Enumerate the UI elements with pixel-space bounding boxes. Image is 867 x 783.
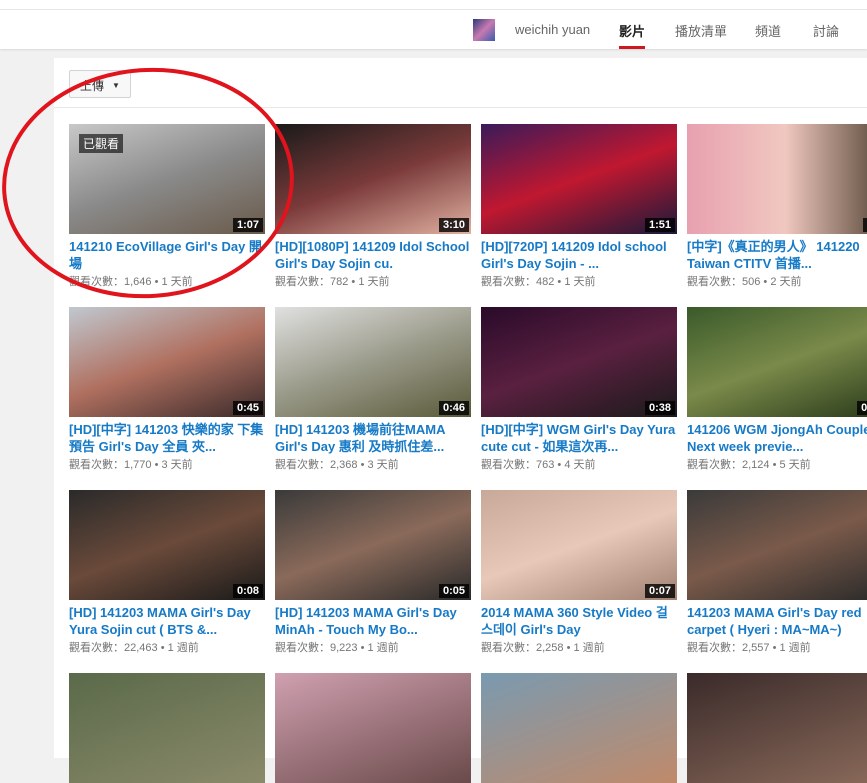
video-item[interactable]: 0:08 [HD] 141203 MAMA Girl's Day Yura Soj…: [69, 490, 265, 655]
tab-videos[interactable]: 影片: [619, 21, 646, 49]
tab-discussion[interactable]: 討論: [813, 21, 839, 40]
video-title-link[interactable]: 141203 MAMA Girl's Day red carpet ( Hyer…: [687, 604, 867, 638]
video-title-link[interactable]: [中字]《真正的男人》 141220 Taiwan CTITV 首播...: [687, 238, 867, 272]
video-title-link[interactable]: [HD] 141203 機場前往MAMA Girl's Day 惠利 及時抓住差…: [275, 421, 471, 455]
video-title-link[interactable]: [HD] 141203 MAMA Girl's Day MinAh - Touc…: [275, 604, 471, 638]
video-meta: 觀看次數：9,223 • 1 週前: [275, 642, 399, 654]
duration-badge: 0:08: [232, 584, 263, 598]
sort-dropdown[interactable]: 上傳 ▼: [69, 70, 131, 98]
video-title-link[interactable]: [HD][中字] WGM Girl's Day Yura cute cut - …: [481, 421, 677, 455]
video-title-link[interactable]: [HD][720P] 141209 Idol school Girl's Day…: [481, 238, 677, 272]
video-meta: 觀看次數：2,258 • 1 週前: [481, 642, 605, 654]
duration-badge: 0:38: [644, 401, 675, 415]
video-item[interactable]: 0: [中字]《真正的男人》 141220 Taiwan CTITV 首播... 觀…: [687, 124, 867, 289]
duration-badge: 3:10: [438, 218, 469, 232]
tab-channels[interactable]: 頻道: [755, 21, 781, 40]
video-thumbnail[interactable]: 0:46: [275, 307, 471, 417]
video-thumbnail[interactable]: [687, 490, 867, 600]
duration-badge: 0:05: [438, 584, 469, 598]
video-item[interactable]: 已觀看 1:07 141210 EcoVillage Girl's Day 開場觀看…: [69, 124, 265, 289]
channel-header: weichih yuan 影片 播放清單 頻道 討論: [0, 10, 867, 49]
video-title-link[interactable]: 141206 WGM JjongAh Couple Next week prev…: [687, 421, 867, 455]
video-meta: 觀看次數：2,124 • 5 天前: [687, 459, 811, 471]
video-meta: 觀看次數：2,368 • 3 天前: [275, 459, 399, 471]
video-meta: 觀看次數：482 • 1 天前: [481, 276, 596, 288]
video-thumbnail[interactable]: 3:10: [275, 124, 471, 234]
watched-badge: 已觀看: [79, 134, 124, 153]
duration-badge: 0:07: [644, 584, 675, 598]
video-title-link[interactable]: 141210 EcoVillage Girl's Day 開場: [69, 238, 265, 272]
video-meta: 觀看次數：22,463 • 1 週前: [69, 642, 199, 654]
video-meta: 觀看次數：782 • 1 天前: [275, 276, 390, 288]
video-thumbnail[interactable]: 1:51: [481, 124, 677, 234]
video-meta: 觀看次數：1,770 • 3 天前: [69, 459, 193, 471]
video-meta: 觀看次數：506 • 2 天前: [687, 276, 802, 288]
video-thumbnail[interactable]: 0:08: [69, 490, 265, 600]
top-strip: [0, 0, 867, 10]
video-item[interactable]: [275, 673, 471, 783]
video-meta: 觀看次數：763 • 4 天前: [481, 459, 596, 471]
video-item[interactable]: 0:05 [HD] 141203 MAMA Girl's Day MinAh - …: [275, 490, 471, 655]
video-thumbnail[interactable]: [69, 673, 265, 783]
video-item[interactable]: [687, 673, 867, 783]
duration-badge: 1:07: [232, 218, 263, 232]
tab-playlists[interactable]: 播放清單: [675, 21, 727, 40]
caret-down-icon: ▼: [112, 81, 120, 90]
video-meta: 觀看次數：1,646 • 1 天前: [69, 276, 193, 288]
video-thumbnail[interactable]: 0:38: [481, 307, 677, 417]
video-item[interactable]: 1:51 [HD][720P] 141209 Idol school Girl's…: [481, 124, 677, 289]
duration-badge: 1:51: [644, 218, 675, 232]
video-item[interactable]: 0:45 [HD][中字] 141203 快樂的家 下集預告 Girl's Day…: [69, 307, 265, 472]
video-item[interactable]: 0:07 2014 MAMA 360 Style Video 걸스데이 Girl'…: [481, 490, 677, 655]
video-thumbnail[interactable]: [687, 673, 867, 783]
video-thumbnail[interactable]: 已觀看 1:07: [69, 124, 265, 234]
video-item[interactable]: [69, 673, 265, 783]
video-item[interactable]: 0:2 141206 WGM JjongAh Couple Next week p…: [687, 307, 867, 472]
video-title-link[interactable]: 2014 MAMA 360 Style Video 걸스데이 Girl's Da…: [481, 604, 677, 638]
video-thumbnail[interactable]: [275, 673, 471, 783]
video-thumbnail[interactable]: 0:07: [481, 490, 677, 600]
video-thumbnail[interactable]: 0:05: [275, 490, 471, 600]
video-item[interactable]: 0:38 [HD][中字] WGM Girl's Day Yura cute cu…: [481, 307, 677, 472]
video-meta: 觀看次數：2,557 • 1 週前: [687, 642, 811, 654]
video-item[interactable]: 0:46 [HD] 141203 機場前往MAMA Girl's Day 惠利 及…: [275, 307, 471, 472]
channel-name[interactable]: weichih yuan: [515, 22, 590, 37]
duration-badge: 0:45: [232, 401, 263, 415]
video-item[interactable]: 3:10 [HD][1080P] 141209 Idol School Girl'…: [275, 124, 471, 289]
video-item[interactable]: 141203 MAMA Girl's Day red carpet ( Hyer…: [687, 490, 867, 655]
duration-badge: 0:2: [857, 401, 867, 415]
video-title-link[interactable]: [HD][中字] 141203 快樂的家 下集預告 Girl's Day 全員 …: [69, 421, 265, 455]
video-thumbnail[interactable]: 0:: [687, 124, 867, 234]
video-title-link[interactable]: [HD][1080P] 141209 Idol School Girl's Da…: [275, 238, 471, 272]
video-thumbnail[interactable]: [481, 673, 677, 783]
sort-label: 上傳: [80, 79, 105, 93]
video-item[interactable]: [481, 673, 677, 783]
duration-badge: 0:: [863, 218, 867, 232]
video-title-link[interactable]: [HD] 141203 MAMA Girl's Day Yura Sojin c…: [69, 604, 265, 638]
divider: [54, 107, 867, 108]
channel-avatar[interactable]: [473, 19, 495, 41]
duration-badge: 0:46: [438, 401, 469, 415]
video-thumbnail[interactable]: 0:2: [687, 307, 867, 417]
video-thumbnail[interactable]: 0:45: [69, 307, 265, 417]
